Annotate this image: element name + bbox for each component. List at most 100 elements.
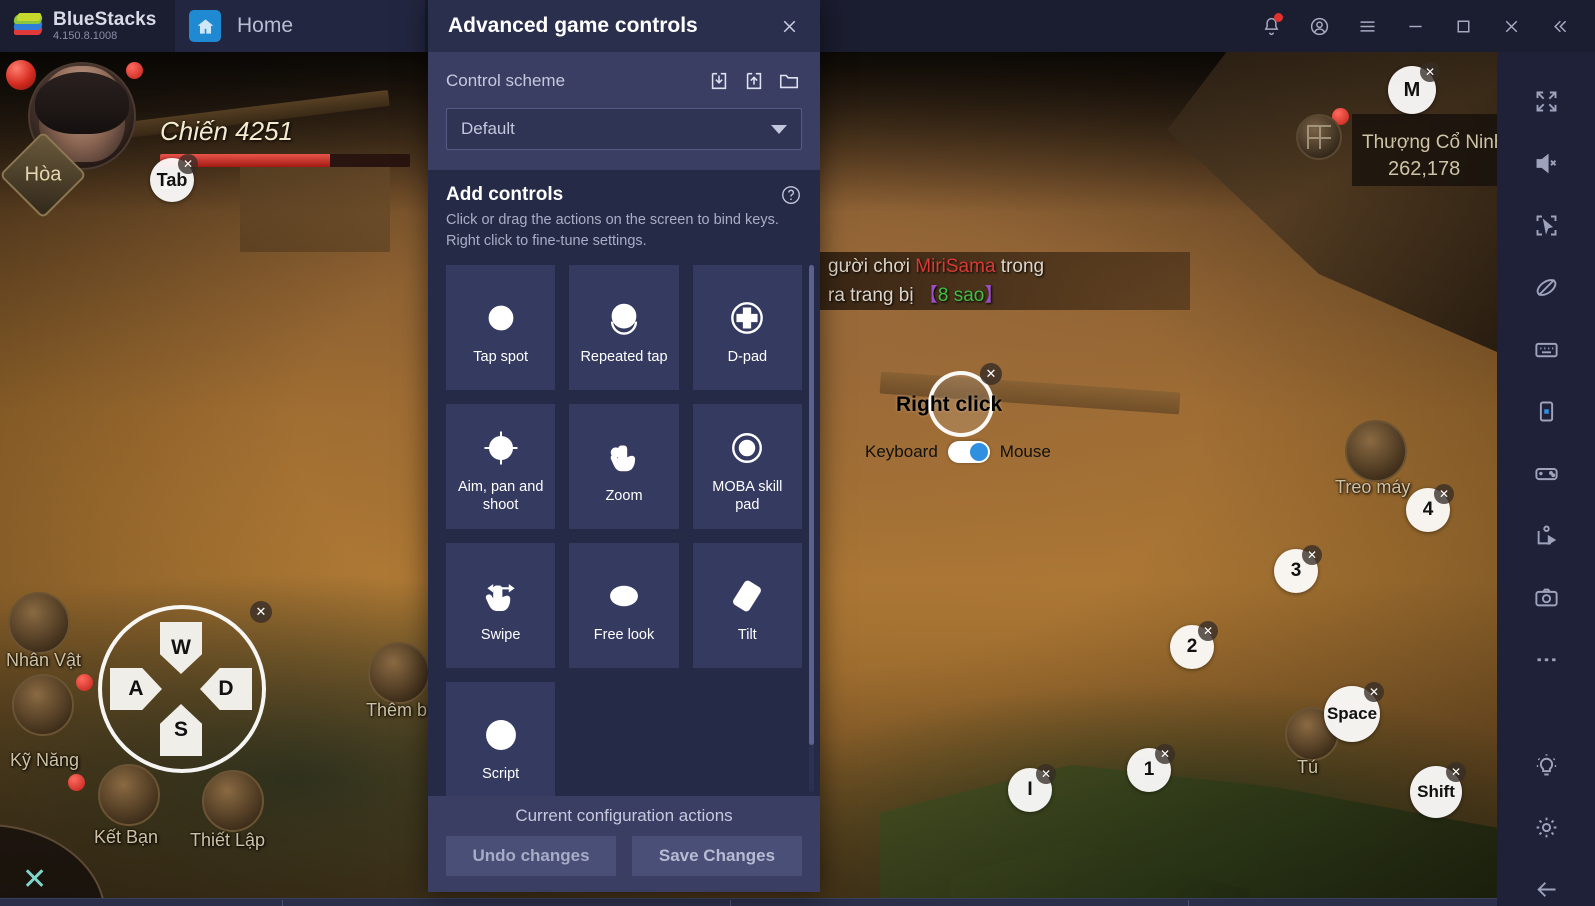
control-scheme-actions [706,68,802,94]
keybinding-remove-icon[interactable]: ✕ [1364,682,1384,702]
keybinding-i[interactable]: I ✕ [1008,764,1056,812]
location-name: Thượng Cổ Ninh [1362,132,1497,153]
notifications-icon[interactable] [1247,0,1295,52]
gamepad-icon[interactable] [1514,442,1578,504]
keyboard-mouse-toggle[interactable] [947,441,990,463]
device-rotate-icon[interactable] [1514,380,1578,442]
keybinding-3[interactable]: 3 ✕ [1274,545,1322,593]
keybinding-2[interactable]: 2 ✕ [1170,621,1218,669]
game-bottom-strip [0,898,1497,906]
settings-icon[interactable] [1514,796,1578,858]
more-icon[interactable] [1514,628,1578,690]
game-friends-dot [68,774,85,791]
tab-home-label: Home [237,14,294,37]
keybinding-remove-icon[interactable]: ✕ [1198,621,1218,641]
keybinding-m[interactable]: M ✕ [1388,62,1440,114]
game-minimap-button[interactable] [1296,114,1342,160]
dialog-close-icon[interactable] [772,9,806,43]
chat-line-1: gười chơi MiriSama trong [828,256,1044,278]
control-card-aim-pan-and-shoot[interactable]: Aim, pan and shoot [446,404,556,530]
menu-icon[interactable] [1343,0,1391,52]
help-icon[interactable] [780,184,802,206]
save-changes-button[interactable]: Save Changes [632,836,802,876]
import-scheme-icon[interactable] [706,68,732,94]
add-controls-section: Add controls Click or drag the actions o… [428,170,820,257]
game-skills-dot [76,674,93,691]
advanced-game-controls-dialog: Advanced game controls Control scheme De… [428,0,820,892]
keybinding-label: Space [1326,704,1378,723]
tab-home[interactable]: Home [175,0,425,52]
keyboard-mouse-toggle-row[interactable]: Keyboard Mouse [865,441,1051,463]
hud-power-label: Chiến [160,116,228,146]
keybinding-remove-icon[interactable]: ✕ [1155,744,1175,764]
tips-icon[interactable] [1514,734,1578,796]
control-card-free-look[interactable]: Free look [569,543,679,669]
control-card-label: Repeated tap [580,348,668,365]
keybinding-4[interactable]: 4 ✕ [1406,484,1454,532]
keybinding-remove-icon[interactable]: ✕ [1036,764,1056,784]
game-close-x: ✕ [22,863,48,896]
controls-grid: Tap spot Repeated tap D-pad Aim, pan and sh… [446,265,802,796]
control-card-zoom[interactable]: Zoom [569,404,679,530]
add-controls-subtitle: Click or drag the actions on the screen … [446,210,802,251]
keybinding-remove-icon[interactable]: ✕ [1434,484,1454,504]
control-card-label: Aim, pan and shoot [457,478,544,513]
close-icon[interactable] [1487,0,1535,52]
brand: BlueStacks 4.150.8.1008 [0,0,175,52]
controls-scrollbar-thumb[interactable] [809,265,814,746]
maximize-icon[interactable] [1439,0,1487,52]
game-btn-settings[interactable] [202,770,264,832]
keybinding-remove-icon[interactable]: ✕ [1446,762,1466,782]
game-btn-friends[interactable] [98,764,160,826]
keyboard-icon[interactable] [1514,318,1578,380]
control-card-d-pad[interactable]: D-pad [692,265,802,391]
control-card-label: Free look [593,626,655,643]
add-controls-subtitle-line1: Click or drag the actions on the screen … [446,212,779,228]
mouse-label: Mouse [999,442,1051,461]
keybinding-label: M [1403,78,1421,101]
control-card-tilt[interactable]: Tilt [692,543,802,669]
screen-record-icon[interactable] [1514,504,1578,566]
keybinding-1[interactable]: 1 ✕ [1127,744,1175,792]
game-btn-character[interactable] [8,592,70,654]
footer-title: Current configuration actions [515,806,733,825]
cursor-capture-icon[interactable] [1514,194,1578,256]
control-card-script[interactable]: Script [446,682,556,796]
chat-line1-prefix: gười chơi [828,256,916,277]
rotate-lock-icon[interactable] [1514,256,1578,318]
game-btn-skills[interactable] [12,674,74,736]
controls-scrollbar-track[interactable] [809,265,814,792]
game-label-settings: Thiết Lập [190,830,266,850]
open-folder-icon[interactable] [776,68,802,94]
keybinding-label: 1 [1143,759,1155,780]
keybinding-tab[interactable]: Tab ✕ [150,154,198,202]
keybinding-space[interactable]: Space ✕ [1324,682,1384,742]
keybinding-shift[interactable]: Shift ✕ [1410,762,1466,818]
control-scheme-select[interactable]: Default [446,108,802,150]
fullscreen-icon[interactable] [1514,70,1578,132]
keybinding-label: I [1027,779,1033,800]
dialog-header: Advanced game controls [428,0,820,52]
control-card-moba-skill-pad[interactable]: MOBA skill pad [692,404,802,530]
right-click-label: Right click [896,393,1003,416]
control-card-repeated-tap[interactable]: Repeated tap [569,265,679,391]
account-icon[interactable] [1295,0,1343,52]
export-scheme-icon[interactable] [741,68,767,94]
game-btn-more[interactable] [368,642,430,704]
hud-alert-dot [126,62,143,79]
keybinding-remove-icon[interactable]: ✕ [1420,62,1440,82]
keybinding-remove-icon[interactable]: ✕ [1302,545,1322,565]
screenshot-icon[interactable] [1514,566,1578,628]
undo-changes-button[interactable]: Undo changes [446,836,616,876]
back-icon[interactable] [1514,858,1578,906]
avatar-hair [35,72,129,134]
collapse-icon[interactable] [1535,0,1583,52]
dpad-remove-icon[interactable]: ✕ [250,601,272,623]
mute-icon[interactable] [1514,132,1578,194]
minimize-icon[interactable] [1391,0,1439,52]
game-btn-idle[interactable] [1345,420,1407,482]
control-card-swipe[interactable]: Swipe [446,543,556,669]
keybinding-remove-icon[interactable]: ✕ [178,154,198,174]
right-click-remove-icon[interactable]: ✕ [980,363,1002,385]
control-card-tap-spot[interactable]: Tap spot [446,265,556,391]
